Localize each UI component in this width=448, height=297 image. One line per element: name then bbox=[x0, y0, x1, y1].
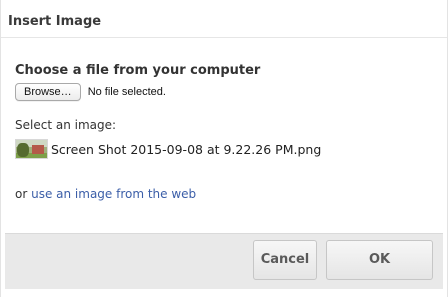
dialog-footer: Cancel OK bbox=[5, 233, 443, 289]
dialog-body: Choose a file from your computer Browse…… bbox=[1, 38, 447, 201]
browse-button[interactable]: Browse… bbox=[15, 83, 81, 101]
file-input-row: Browse… No file selected. bbox=[15, 83, 447, 101]
dialog-header: Insert Image bbox=[1, 0, 447, 38]
insert-image-dialog: Insert Image Choose a file from your com… bbox=[0, 0, 448, 297]
web-image-line: or use an image from the web bbox=[15, 187, 447, 201]
file-status-text: No file selected. bbox=[87, 86, 166, 98]
web-prefix-text: or bbox=[15, 187, 32, 201]
cancel-button[interactable]: Cancel bbox=[253, 240, 317, 280]
select-image-label: Select an image: bbox=[15, 118, 117, 132]
image-thumbnail-icon bbox=[15, 139, 48, 159]
ok-button[interactable]: OK bbox=[326, 240, 433, 280]
use-web-image-link[interactable]: use an image from the web bbox=[31, 187, 196, 201]
image-list-item[interactable]: Screen Shot 2015-09-08 at 9.22.26 PM.png bbox=[15, 138, 447, 160]
upload-heading: Choose a file from your computer bbox=[15, 63, 261, 78]
image-file-name: Screen Shot 2015-09-08 at 9.22.26 PM.png bbox=[51, 141, 322, 157]
dialog-title: Insert Image bbox=[8, 14, 102, 29]
